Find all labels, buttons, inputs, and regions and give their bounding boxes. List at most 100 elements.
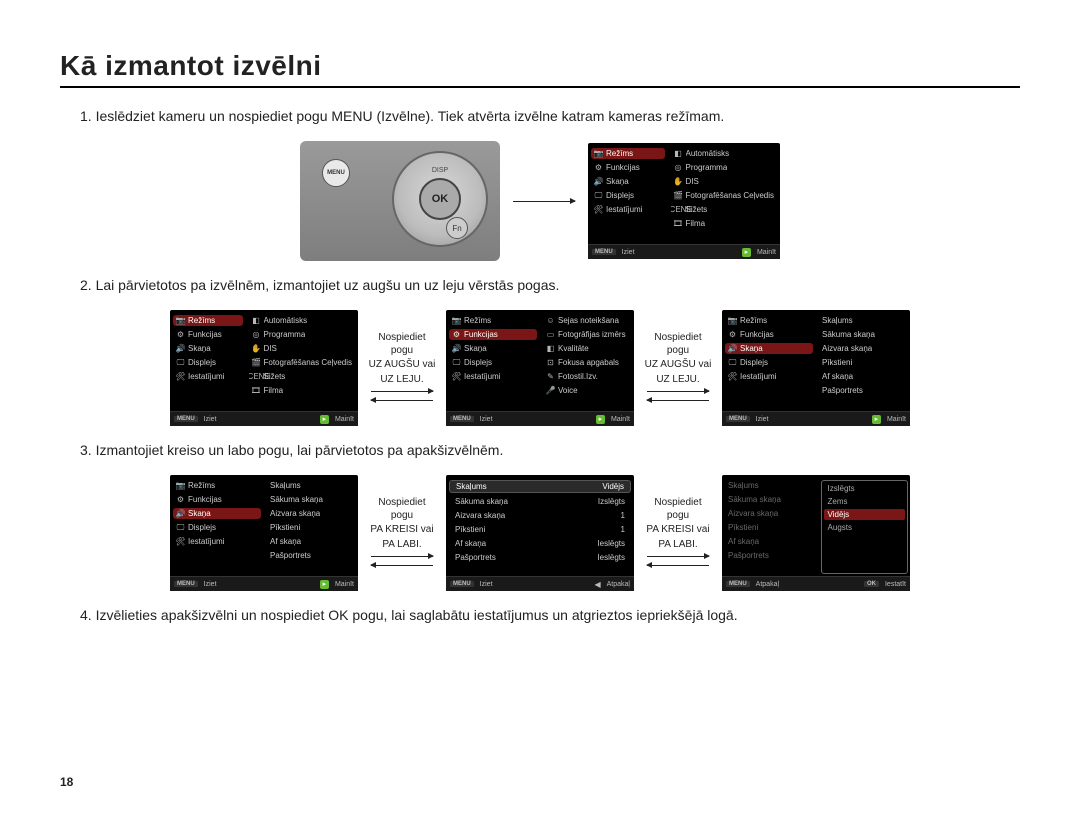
- arrow-right-icon: [371, 391, 433, 392]
- step-2-text: 2. Lai pārvietotos pa izvēlnēm, izmantoj…: [80, 275, 1020, 296]
- menu-item: Skaļums: [725, 480, 816, 491]
- menu-item-label: Aizvara skaņa: [728, 509, 778, 518]
- menu-item-icon: ✋: [674, 177, 683, 186]
- menu-item: Aizvara skaņa: [819, 343, 907, 354]
- menu-item-label: Iestatījumi: [606, 205, 642, 214]
- camera-dial: DISP OK Fn: [392, 151, 488, 247]
- menu-item: 🖵Displejs: [725, 357, 813, 368]
- menu-item-icon: ✎: [546, 372, 555, 381]
- footer-exit: Iziet: [480, 581, 493, 588]
- arrow-label: PA KREISI vai: [370, 524, 433, 537]
- menu-item-icon: SCENE: [252, 372, 261, 381]
- menu-item-icon: ◧: [546, 344, 555, 353]
- menu-item-icon: 🎞: [674, 219, 683, 228]
- menu-item-label: Fokusa apgabals: [558, 358, 619, 367]
- arrow-right-icon: [371, 556, 433, 557]
- menu-item: 📷Režīms: [725, 315, 813, 326]
- arrow-label: PA KREISI vai: [646, 524, 709, 537]
- menu-item-label: Skaļums: [728, 481, 759, 490]
- menu-item-icon: 🔊: [176, 344, 185, 353]
- menu-item-icon: 🎤: [546, 386, 555, 395]
- footer-change: Mainīt: [611, 416, 630, 423]
- footer-play-icon: ▸: [320, 415, 329, 424]
- menu-item-icon: ⚙: [452, 330, 461, 339]
- camera-ok-button: OK: [419, 178, 461, 220]
- menu-screen-functions: 📷Režīms⚙Funkcijas🔊Skaņa🖵Displejs🛠Iestatī…: [446, 310, 634, 426]
- menu-item: 🖵Displejs: [173, 357, 243, 368]
- menu-item: 🛠Iestatījumi: [591, 204, 665, 215]
- menu-screen-sound-options: SkaļumsSākuma skaņaAizvara skaņaPīkstien…: [722, 475, 910, 591]
- menu-item: 🛠Iestatījumi: [725, 371, 813, 382]
- menu-item-label: Iestatījumi: [188, 537, 224, 546]
- menu-item-label: Režīms: [188, 481, 215, 490]
- menu-item-icon: 📷: [594, 149, 603, 158]
- menu-item: Pīkstieni: [725, 522, 816, 533]
- page-title: Kā izmantot izvēlni: [60, 50, 1020, 82]
- footer-menu-tag: MENU: [174, 581, 198, 587]
- arrow-left-icon: [647, 565, 709, 566]
- menu-item-label: Iestatījumi: [188, 372, 224, 381]
- menu-item-icon: SCENE: [674, 205, 683, 214]
- menu-item-icon: 🎬: [252, 358, 261, 367]
- option-item: Augsts: [824, 522, 905, 533]
- footer-back-icon: ◀: [594, 580, 600, 589]
- menu-item: 🎞Filma: [249, 385, 356, 396]
- menu-item: Pīkstieni: [267, 522, 355, 533]
- menu-item: Af skaņa: [725, 536, 816, 547]
- menu-item-label: Fotostil.Izv.: [558, 372, 598, 381]
- arrow-label: UZ LEJU.: [380, 374, 423, 387]
- menu-item-label: Fotografēšanas Ceļvedis: [264, 358, 353, 367]
- menu-item: SCENESižets: [671, 204, 778, 215]
- menu-item: Skaļums: [267, 480, 355, 491]
- step-3-figures: 📷Režīms⚙Funkcijas🔊Skaņa🖵Displejs🛠Iestatī…: [60, 475, 1020, 591]
- menu-item-label: Sākuma skaņa: [270, 495, 323, 504]
- footer-exit: Iziet: [480, 416, 493, 423]
- menu-item: Pašportrets: [267, 550, 355, 561]
- menu-item-label: Programma: [686, 163, 728, 172]
- arrow-right-icon: [513, 201, 575, 202]
- menu-item: 🎞Filma: [671, 218, 778, 229]
- footer-exit: Iziet: [622, 249, 635, 256]
- footer-back: Atpakaļ: [756, 581, 779, 588]
- menu-item-label: Filma: [264, 386, 284, 395]
- menu-item: ⊡Fokusa apgabals: [543, 357, 631, 368]
- menu-item-icon: 🖵: [176, 523, 185, 532]
- menu-item: Af skaņa: [267, 536, 355, 547]
- camera-menu-button: MENU: [322, 159, 350, 187]
- menu-item: 🔊Skaņa: [449, 343, 537, 354]
- menu-item-label: Funkcijas: [740, 330, 774, 339]
- arrow-label: Nospiediet pogu: [366, 332, 438, 357]
- menu-item: 🎬Fotografēšanas Ceļvedis: [249, 357, 356, 368]
- menu-item-icon: 🔊: [452, 344, 461, 353]
- menu-item: 🔊Skaņa: [173, 343, 243, 354]
- menu-item-icon: 📷: [176, 316, 185, 325]
- camera-disp-label: DISP: [432, 167, 448, 174]
- arrow-left-icon: [371, 400, 433, 401]
- menu-item-label: Sejas noteikšana: [558, 316, 619, 325]
- arrow-label: UZ LEJU.: [656, 374, 699, 387]
- menu-item-label: Pašportrets: [728, 551, 769, 560]
- arrow-left-icon: [647, 400, 709, 401]
- menu-item-label: Displejs: [188, 523, 216, 532]
- menu-item: Pašportrets: [725, 550, 816, 561]
- footer-change: Mainīt: [757, 249, 776, 256]
- menu-item-label: Režīms: [606, 149, 633, 158]
- footer-exit: Iziet: [204, 416, 217, 423]
- menu-item-icon: 🖵: [176, 358, 185, 367]
- menu-item: 🖵Displejs: [449, 357, 537, 368]
- menu-item: ✋DIS: [249, 343, 356, 354]
- menu-item-label: DIS: [686, 177, 699, 186]
- menu-item-label: DIS: [264, 344, 277, 353]
- menu-item-label: Displejs: [464, 358, 492, 367]
- option-item: Vidējs: [824, 509, 905, 520]
- footer-exit: Iziet: [756, 416, 769, 423]
- menu-item-label: Filma: [686, 219, 706, 228]
- menu-item-icon: ▭: [546, 330, 555, 339]
- menu-item: 🎤Voice: [543, 385, 631, 396]
- menu-item: 🖵Displejs: [173, 522, 261, 533]
- footer-play-icon: ▸: [742, 248, 751, 257]
- arrow-label: PA LABI.: [382, 539, 421, 552]
- menu-item-label: Funkcijas: [188, 330, 222, 339]
- menu-item-label: Funkcijas: [464, 330, 498, 339]
- menu-item-label: Af skaņa: [728, 537, 759, 546]
